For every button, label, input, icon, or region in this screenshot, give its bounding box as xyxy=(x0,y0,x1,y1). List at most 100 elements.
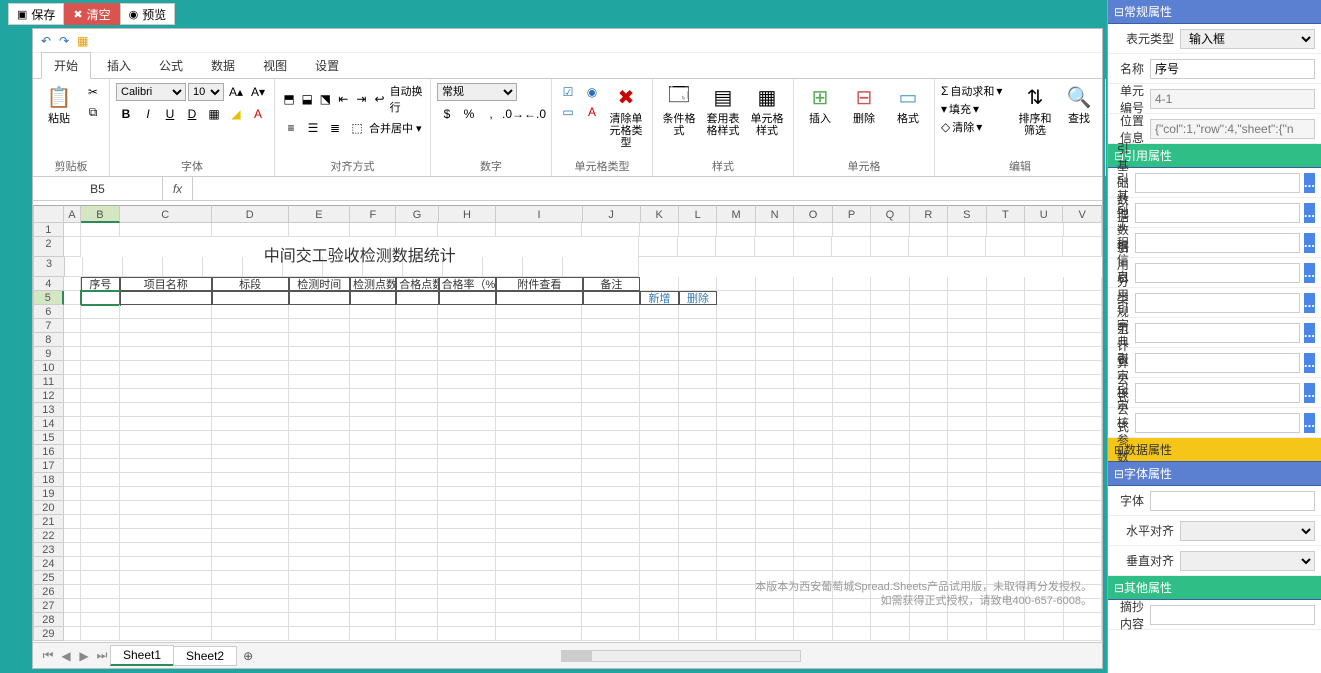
cell[interactable] xyxy=(81,473,120,487)
cell[interactable] xyxy=(794,375,833,389)
font-name-select[interactable]: Calibri xyxy=(116,83,186,101)
cell[interactable] xyxy=(396,223,438,237)
cell[interactable] xyxy=(396,571,438,585)
cell[interactable] xyxy=(679,613,718,627)
cell[interactable] xyxy=(1064,543,1102,557)
cell[interactable] xyxy=(1025,557,1064,571)
cell[interactable] xyxy=(948,291,986,305)
cell[interactable] xyxy=(350,431,396,445)
cell[interactable] xyxy=(948,613,987,627)
cell[interactable] xyxy=(987,361,1026,375)
cell[interactable] xyxy=(987,403,1026,417)
cell[interactable] xyxy=(756,557,795,571)
cell[interactable] xyxy=(289,473,350,487)
cell[interactable] xyxy=(794,557,833,571)
cell[interactable] xyxy=(496,459,582,473)
cell[interactable] xyxy=(833,445,872,459)
cell[interactable] xyxy=(910,417,949,431)
cell[interactable] xyxy=(212,515,289,529)
cell[interactable] xyxy=(640,361,679,375)
cell[interactable] xyxy=(833,333,872,347)
cell[interactable] xyxy=(212,501,289,515)
cell[interactable] xyxy=(640,223,679,237)
cell[interactable] xyxy=(717,557,756,571)
cell[interactable] xyxy=(679,557,718,571)
cell[interactable] xyxy=(871,431,910,445)
cell[interactable] xyxy=(396,501,438,515)
cell[interactable] xyxy=(64,333,81,347)
paste-button[interactable]: 📋 粘贴 xyxy=(39,83,79,125)
data-cell[interactable] xyxy=(439,291,497,305)
cell[interactable] xyxy=(350,585,396,599)
cell[interactable] xyxy=(496,585,582,599)
cell[interactable] xyxy=(396,431,438,445)
cell[interactable] xyxy=(756,223,795,237)
cell[interactable] xyxy=(756,445,795,459)
cell[interactable] xyxy=(910,501,949,515)
data-cell[interactable] xyxy=(583,291,641,305)
cell[interactable] xyxy=(987,417,1026,431)
cell[interactable] xyxy=(794,445,833,459)
cell[interactable] xyxy=(582,473,640,487)
cell[interactable] xyxy=(81,585,120,599)
cell[interactable] xyxy=(396,487,438,501)
cell[interactable] xyxy=(438,347,496,361)
cell[interactable] xyxy=(679,487,718,501)
cell[interactable] xyxy=(496,445,582,459)
sort-filter-button[interactable]: ⇅排序和筛选 xyxy=(1015,83,1055,137)
cell[interactable] xyxy=(64,557,81,571)
cell[interactable] xyxy=(717,319,756,333)
cell[interactable] xyxy=(212,599,289,613)
ref-spec-browse[interactable]: ... xyxy=(1304,293,1315,313)
cell[interactable] xyxy=(756,431,795,445)
cell[interactable] xyxy=(756,417,795,431)
cell[interactable] xyxy=(794,543,833,557)
cell[interactable] xyxy=(948,487,987,501)
cell[interactable] xyxy=(350,613,396,627)
cell[interactable] xyxy=(64,237,81,257)
col-header-L[interactable]: L xyxy=(679,205,717,223)
cell[interactable] xyxy=(64,543,81,557)
cell[interactable] xyxy=(755,237,794,257)
cell[interactable] xyxy=(396,585,438,599)
cell[interactable] xyxy=(640,627,679,641)
cell[interactable] xyxy=(582,585,640,599)
cell[interactable] xyxy=(496,417,582,431)
cell[interactable] xyxy=(289,445,350,459)
cell[interactable] xyxy=(679,459,718,473)
cell[interactable] xyxy=(756,543,795,557)
cell[interactable] xyxy=(350,305,396,319)
cell[interactable] xyxy=(679,417,718,431)
tab-home[interactable]: 开始 xyxy=(41,52,91,79)
cell[interactable] xyxy=(910,445,949,459)
cell[interactable] xyxy=(582,515,640,529)
fill-button[interactable]: ▾填充▾ xyxy=(941,101,1011,117)
cell[interactable] xyxy=(350,571,396,585)
cell[interactable] xyxy=(496,613,582,627)
cell[interactable] xyxy=(212,375,289,389)
cell[interactable] xyxy=(496,305,582,319)
cell[interactable] xyxy=(396,361,438,375)
cell[interactable] xyxy=(640,347,679,361)
cell[interactable] xyxy=(81,223,120,237)
cell[interactable] xyxy=(350,627,396,641)
cell[interactable] xyxy=(640,389,679,403)
cell[interactable] xyxy=(833,223,872,237)
cell[interactable] xyxy=(833,557,872,571)
sheet-tab-2[interactable]: Sheet2 xyxy=(173,646,237,666)
cell[interactable] xyxy=(120,613,212,627)
cell[interactable] xyxy=(396,305,438,319)
col-header-D[interactable]: D xyxy=(212,205,289,223)
cell[interactable] xyxy=(1025,445,1064,459)
number-format-select[interactable]: 常规 xyxy=(437,83,517,101)
cell[interactable] xyxy=(64,305,81,319)
row-header-1[interactable]: 1 xyxy=(33,223,64,237)
cell[interactable] xyxy=(438,389,496,403)
cell[interactable] xyxy=(289,431,350,445)
cell[interactable] xyxy=(794,613,833,627)
cell[interactable] xyxy=(120,627,212,641)
cell[interactable] xyxy=(582,613,640,627)
cell[interactable] xyxy=(64,529,81,543)
row-header-15[interactable]: 15 xyxy=(33,431,64,445)
cell[interactable] xyxy=(289,319,350,333)
